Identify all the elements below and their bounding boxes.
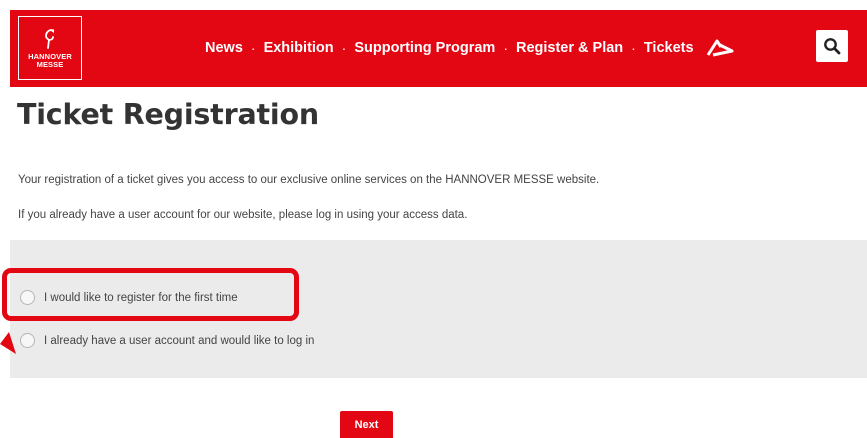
arrow-logo-icon[interactable] xyxy=(706,39,734,57)
nav-register-plan[interactable]: Register & Plan xyxy=(516,38,623,58)
highlight-annotation xyxy=(2,268,299,321)
option-existing-account-login[interactable]: I already have a user account and would … xyxy=(20,333,314,348)
next-button[interactable]: Next xyxy=(340,411,393,438)
nav-separator: · xyxy=(503,40,508,56)
search-button[interactable] xyxy=(816,30,848,62)
hannover-horse-icon xyxy=(45,28,54,49)
site-header: HANNOVER MESSE News · Exhibition · Suppo… xyxy=(10,10,867,87)
logo-line2: MESSE xyxy=(36,59,64,69)
hannover-messe-logo[interactable]: HANNOVER MESSE xyxy=(18,16,82,80)
nav-tickets[interactable]: Tickets xyxy=(644,38,694,58)
nav-news[interactable]: News xyxy=(205,38,243,58)
login-hint-text: If you already have a user account for o… xyxy=(18,209,468,221)
search-icon xyxy=(824,38,841,55)
nav-separator: · xyxy=(341,40,347,56)
nav-separator: · xyxy=(250,40,256,56)
page-title: Ticket Registration xyxy=(17,98,319,131)
nav-separator: · xyxy=(631,40,636,56)
nav-exhibition[interactable]: Exhibition xyxy=(264,38,334,58)
arrow-annotation-icon xyxy=(0,332,16,354)
radio-existing-account[interactable] xyxy=(20,333,35,348)
main-nav: News · Exhibition · Supporting Program ·… xyxy=(205,38,734,58)
option-login-label: I already have a user account and would … xyxy=(44,334,315,347)
nav-supporting-program[interactable]: Supporting Program xyxy=(354,38,495,58)
intro-text: Your registration of a ticket gives you … xyxy=(18,174,600,186)
